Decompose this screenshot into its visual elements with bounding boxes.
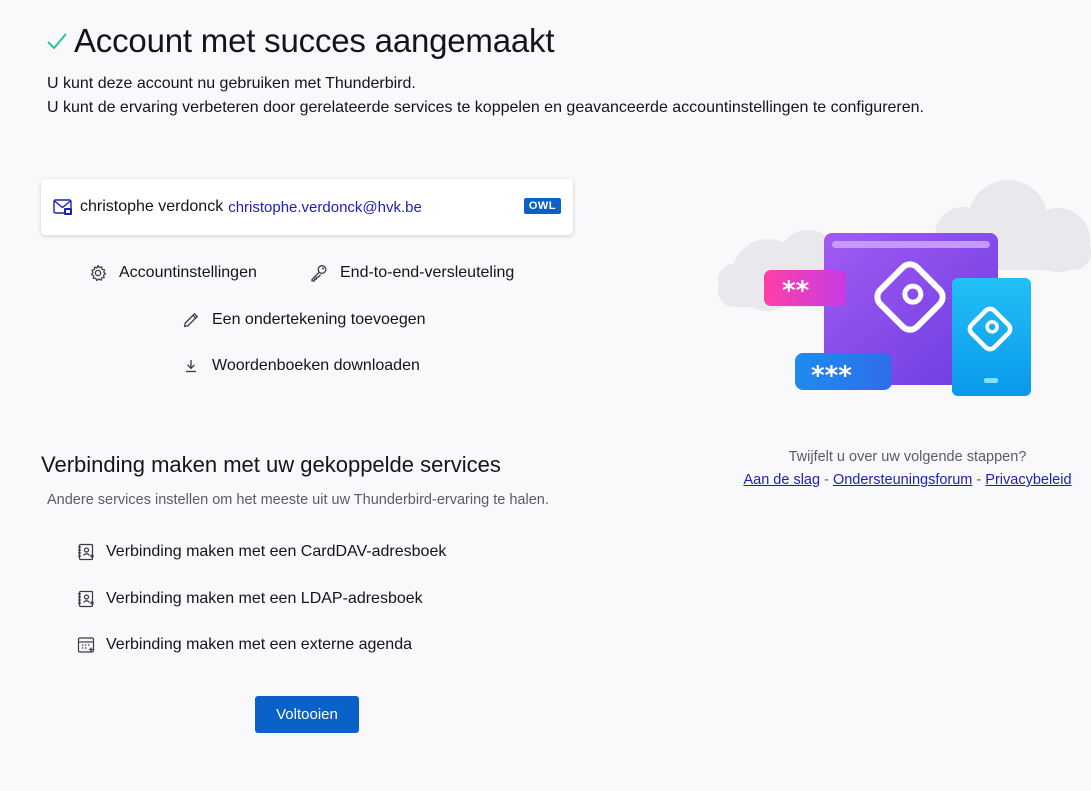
- account-settings-link[interactable]: Accountinstellingen: [89, 264, 257, 282]
- success-heading: Account met succes aangemaakt: [46, 22, 554, 60]
- password-mask-short: **: [782, 276, 810, 306]
- calendar-link[interactable]: Verbinding maken met een externe agenda: [77, 636, 412, 654]
- carddav-label: Verbinding maken met een CardDAV-adresbo…: [106, 543, 447, 560]
- account-type-badge: OWL: [523, 198, 561, 214]
- download-dictionaries-link[interactable]: Woordenboeken downloaden: [182, 357, 420, 375]
- intro-line-1: U kunt deze account nu gebruiken met Thu…: [47, 75, 416, 92]
- intro-line-2: U kunt de ervaring verbeteren door gerel…: [47, 99, 924, 116]
- mail-account-icon: [53, 199, 72, 215]
- calendar-icon: [77, 637, 95, 653]
- download-icon: [186, 360, 196, 373]
- ldap-link[interactable]: Verbinding maken met een LDAP-adresboek: [77, 590, 423, 608]
- getting-started-link[interactable]: Aan de slag: [743, 472, 820, 488]
- account-illustration: ** ***: [718, 180, 1091, 396]
- support-forum-link[interactable]: Ondersteuningsforum: [833, 472, 972, 488]
- download-dictionaries-label: Woordenboeken downloaden: [212, 357, 420, 374]
- separator: -: [976, 472, 982, 488]
- help-links: Aan de slag - Ondersteuningsforum - Priv…: [700, 472, 1091, 488]
- key-icon: [311, 265, 327, 282]
- separator: -: [824, 472, 829, 488]
- privacy-policy-link[interactable]: Privacybeleid: [985, 472, 1071, 488]
- add-signature-link[interactable]: Een ondertekening toevoegen: [182, 311, 426, 329]
- password-mask-long: ***: [811, 361, 852, 391]
- page-title: Account met succes aangemaakt: [74, 22, 555, 59]
- e2e-encryption-link[interactable]: End-to-end-versleuteling: [310, 264, 514, 282]
- services-subtitle: Andere services instellen om het meeste …: [47, 492, 549, 508]
- checkmark-icon: [47, 33, 67, 50]
- services-heading: Verbinding maken met uw gekoppelde servi…: [41, 452, 501, 477]
- address-book-icon: [78, 590, 94, 608]
- ldap-label: Verbinding maken met een LDAP-adresboek: [106, 590, 423, 607]
- add-signature-label: Een ondertekening toevoegen: [212, 311, 426, 328]
- intro-text: U kunt deze account nu gebruiken met Thu…: [47, 72, 924, 120]
- account-name: christophe verdonck: [80, 198, 224, 215]
- e2e-encryption-label: End-to-end-versleuteling: [340, 264, 515, 281]
- pencil-icon: [183, 313, 198, 328]
- account-settings-label: Accountinstellingen: [119, 264, 257, 281]
- gear-icon: [90, 264, 107, 282]
- carddav-link[interactable]: Verbinding maken met een CardDAV-adresbo…: [77, 543, 446, 561]
- help-question: Twijfelt u over uw volgende stappen?: [788, 449, 1027, 465]
- account-card: christophe verdonck christophe.verdonck@…: [41, 179, 573, 235]
- address-book-icon: [78, 543, 94, 561]
- account-email: christophe.verdonck@hvk.be: [228, 198, 422, 216]
- calendar-label: Verbinding maken met een externe agenda: [106, 636, 412, 653]
- finish-button[interactable]: Voltooien: [255, 696, 359, 733]
